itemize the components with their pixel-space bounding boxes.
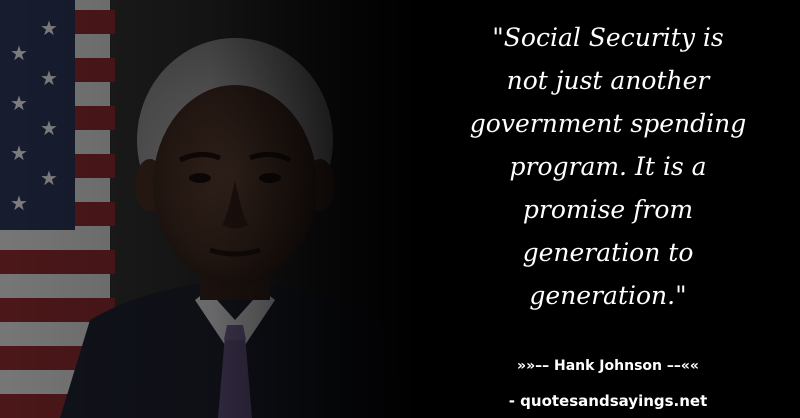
quote-card: ★ ★ ★ ★ ★ ★ ★ ★ "Social Security is not … [0, 0, 800, 418]
svg-text:★: ★ [40, 16, 58, 40]
svg-text:★: ★ [40, 116, 58, 140]
svg-text:★: ★ [40, 166, 58, 190]
quote-line: promise from [522, 195, 694, 224]
quote-attribution: »»–– Hank Johnson ––«« [517, 358, 699, 374]
svg-text:★: ★ [10, 141, 28, 165]
portrait-photo: ★ ★ ★ ★ ★ ★ ★ ★ [0, 0, 420, 418]
svg-text:★: ★ [10, 191, 28, 215]
svg-text:★: ★ [40, 66, 58, 90]
svg-text:★: ★ [10, 91, 28, 115]
quote-line: program. It is a [509, 152, 707, 181]
quote-line: not just another [506, 66, 710, 95]
quote-line: government spending [469, 109, 747, 138]
svg-text:★: ★ [10, 41, 28, 65]
quote-line: "Social Security is [492, 23, 724, 52]
quote-line: generation." [529, 281, 687, 310]
quote-line: generation to [522, 238, 694, 267]
source-watermark: - quotesandsayings.net [508, 392, 708, 410]
quote-text: "Social Security is not just another gov… [430, 16, 786, 317]
